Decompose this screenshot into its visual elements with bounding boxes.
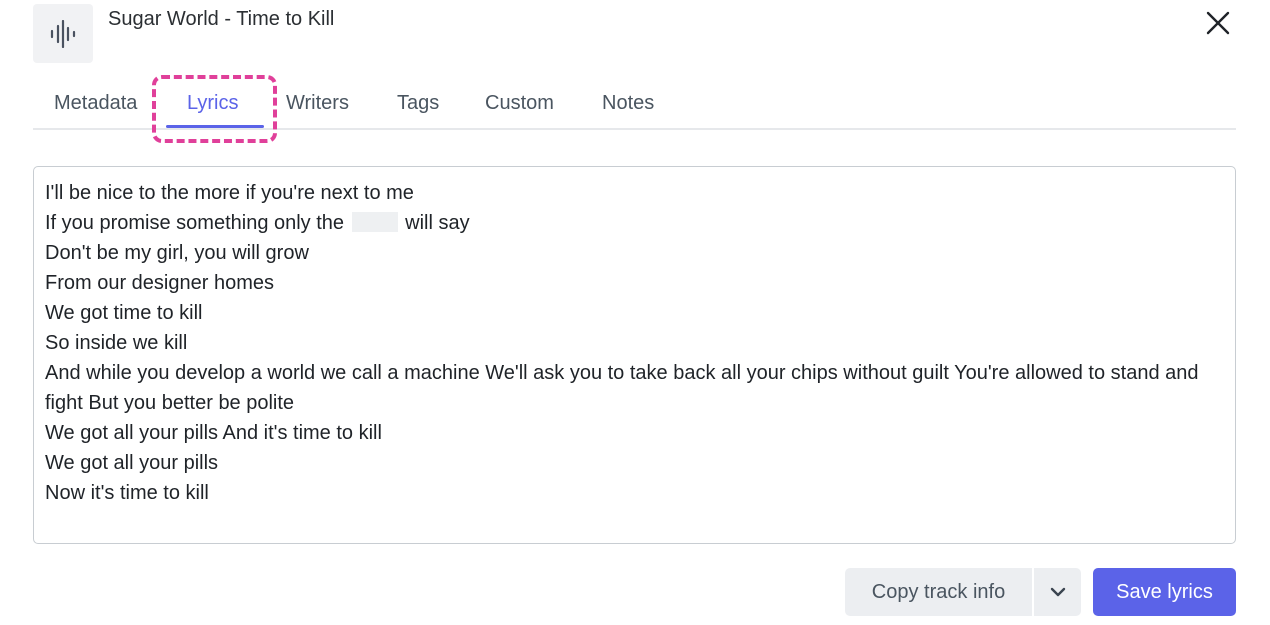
track-title: Sugar World - Time to Kill: [108, 8, 335, 30]
lyric-text: will say: [405, 212, 470, 234]
lyric-line: Now it's time to kill: [45, 482, 209, 504]
tab-tags[interactable]: Tags: [397, 92, 439, 115]
lyric-text: If you promise something only the: [45, 212, 345, 234]
tab-custom[interactable]: Custom: [485, 92, 554, 115]
lyric-line: If you promise something only the will s…: [45, 208, 1224, 238]
active-tab-indicator: [166, 125, 264, 128]
tab-notes[interactable]: Notes: [602, 92, 654, 115]
lyric-line: And while you develop a world we call a …: [45, 362, 1199, 414]
chevron-down-icon[interactable]: [1049, 586, 1067, 598]
lyric-line: So inside we kill: [45, 332, 188, 354]
tab-bar: Metadata Lyrics Writers Tags Custom Note…: [33, 80, 1236, 130]
lyric-line: We got all your pills And it's time to k…: [45, 422, 382, 444]
save-lyrics-button[interactable]: Save lyrics: [1093, 568, 1236, 616]
audio-waveform-icon: [50, 19, 76, 48]
lyric-line: From our designer homes: [45, 272, 274, 294]
copy-track-info-button[interactable]: Copy track info: [845, 568, 1032, 616]
close-button[interactable]: [1201, 6, 1235, 40]
track-waveform-icon: [33, 4, 93, 63]
lyrics-textarea[interactable]: I'll be nice to the more if you're next …: [33, 166, 1236, 544]
tab-writers[interactable]: Writers: [286, 92, 349, 115]
redacted-word: [351, 212, 398, 232]
lyric-line: Don't be my girl, you will grow: [45, 242, 309, 264]
lyric-line: We got time to kill: [45, 302, 203, 324]
close-icon[interactable]: [1206, 11, 1230, 35]
tab-metadata[interactable]: Metadata: [54, 92, 137, 115]
lyric-line: We got all your pills: [45, 452, 219, 474]
lyric-line: I'll be nice to the more if you're next …: [45, 182, 414, 204]
copy-options-dropdown-button[interactable]: [1034, 568, 1081, 616]
tab-lyrics[interactable]: Lyrics: [187, 92, 238, 115]
